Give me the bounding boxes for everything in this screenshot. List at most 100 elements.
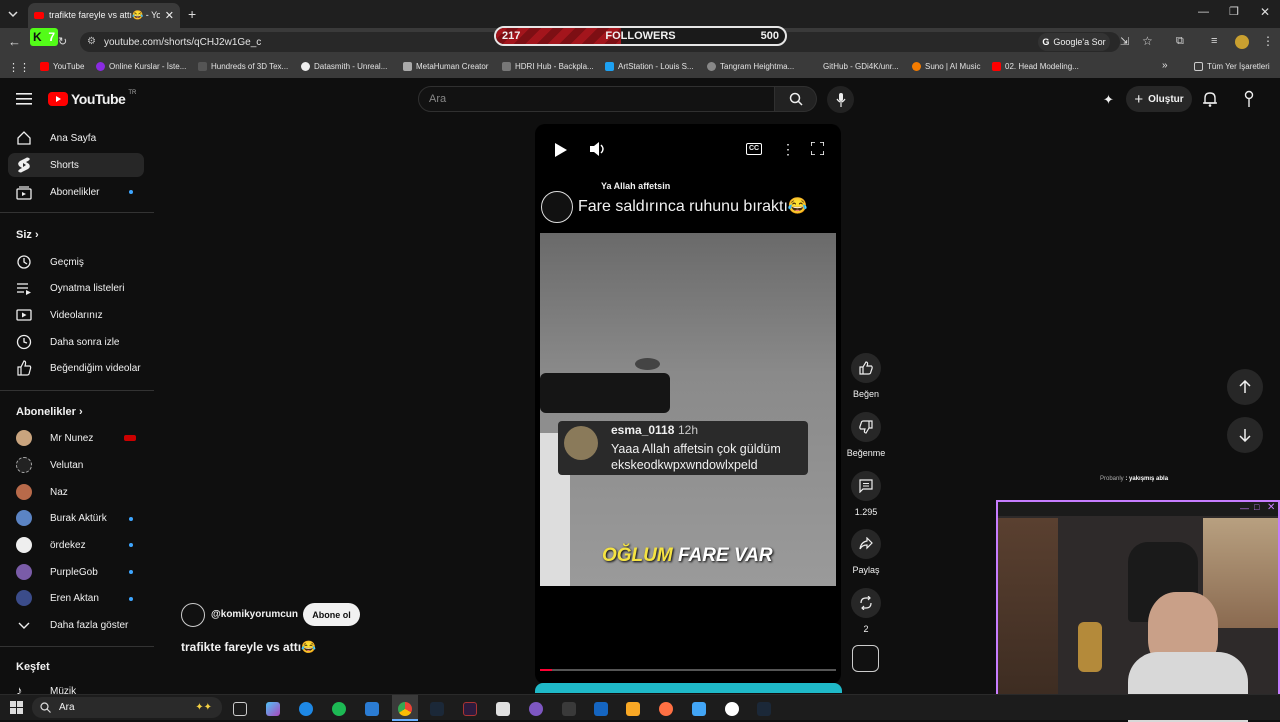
site-info-icon[interactable]: ⚙ [87,36,96,47]
close-icon[interactable]: ✕ [1267,502,1275,513]
profile-avatar[interactable] [1235,35,1249,49]
fullscreen-icon[interactable] [811,142,824,155]
notifications-bell-icon[interactable] [1203,91,1217,107]
all-bookmarks[interactable]: Tüm Yer İşaretleri [1194,62,1270,71]
video-progress-bar[interactable] [540,669,836,671]
spotify-icon[interactable] [332,702,346,716]
channel-avatar[interactable] [181,603,205,627]
youtube-logo[interactable]: YouTube TR [48,90,136,107]
share-button[interactable]: Paylaş [846,529,886,575]
captions-icon[interactable]: CC [746,143,762,155]
google-icon: G [1042,37,1050,47]
subscription-channel[interactable]: Naz [16,480,144,504]
restore-icon[interactable]: ❐ [1229,5,1239,18]
install-icon[interactable]: ⇲ [1120,35,1129,48]
back-icon[interactable]: ← [8,34,21,49]
maximize-icon[interactable]: □ [1254,502,1259,512]
google-ask-button[interactable]: G Google'a Sor [1038,33,1110,51]
bookmark-item[interactable]: Online Kurslar - İste... [96,62,186,71]
channel-name: PurpleGob [50,566,98,578]
bookmark-item[interactable]: Datasmith - Unreal... [301,62,387,71]
close-tab-icon[interactable]: ✕ [165,9,180,22]
hamburger-menu-icon[interactable] [16,92,32,106]
remix-button[interactable]: 2 [846,588,886,634]
close-window-icon[interactable]: ✕ [1260,5,1270,19]
file-explorer-icon[interactable] [626,702,640,716]
like-button[interactable]: Beğen [846,353,886,399]
app-icon[interactable] [562,702,576,716]
more-bookmarks-icon[interactable]: » [1162,60,1168,71]
bookmark-item[interactable]: MetaHuman Creator [403,62,488,71]
app-icon[interactable] [692,702,706,716]
minimize-icon[interactable]: — [1240,503,1249,513]
blender-icon[interactable] [659,702,673,716]
extensions-icon[interactable]: ⧉ [1176,35,1184,48]
comments-button[interactable]: 1.295 [846,471,886,517]
media-icon[interactable]: ≡ [1211,35,1217,47]
dislike-button[interactable]: Beğenme [846,412,886,458]
task-view-icon[interactable] [233,702,247,716]
app-icon[interactable] [725,702,739,716]
taskbar-search[interactable]: Ara ✦✦ [32,697,222,718]
windows-start-icon[interactable] [10,701,23,714]
bookmark-item[interactable]: 02. Head Modeling... [992,62,1079,71]
channel-handle[interactable]: @komikyorumcun [211,609,298,620]
sidebar-item-liked-videos[interactable]: Beğendiğim videolar [16,356,144,380]
active-tab[interactable]: trafikte fareyle vs attı😂 - YouTube ✕ [28,3,180,28]
browser-menu-icon[interactable]: ⋮ [1262,34,1274,48]
new-tab-icon[interactable]: + [188,6,196,22]
bookmark-item[interactable]: Tangram Heightma... [707,62,794,71]
app-icon[interactable] [496,702,510,716]
next-short-button[interactable] [1227,417,1263,453]
search-button[interactable] [775,86,817,112]
subscriptions-section-header[interactable]: Abonelikler › [16,406,83,418]
edge-icon[interactable] [299,702,313,716]
sidebar-item-history[interactable]: Geçmiş [16,250,144,274]
show-more-button[interactable]: Daha fazla göster [16,613,144,637]
chrome-icon[interactable] [398,702,412,716]
bookmark-item[interactable]: YouTube [40,62,84,71]
bookmark-item[interactable]: Hundreds of 3D Tex... [198,62,288,71]
tab-list-icon[interactable] [6,8,20,20]
extension-icon[interactable]: ✦ [1103,92,1114,108]
copilot-icon[interactable] [266,702,280,716]
bookmark-item[interactable]: HDRI Hub - Backpla... [502,62,594,71]
share-label: Paylaş [852,565,880,575]
subscription-channel[interactable]: Eren Aktan [16,586,144,610]
you-section-header[interactable]: Siz › [16,229,39,241]
steam-icon[interactable] [430,702,444,716]
minimize-icon[interactable]: — [1198,6,1209,18]
sound-thumbnail[interactable] [852,645,879,672]
subscription-channel[interactable]: Velutan [16,453,144,477]
app-icon[interactable] [594,702,608,716]
app-icon[interactable] [463,702,477,716]
app-icon[interactable] [757,702,771,716]
app-icon[interactable] [529,702,543,716]
sidebar-item-shorts[interactable]: Shorts [8,153,144,177]
sidebar-item-watch-later[interactable]: Daha sonra izle [16,330,144,354]
sidebar-item-playlists[interactable]: Oynatma listeleri [16,276,144,300]
subscription-channel[interactable]: ördekez [16,533,144,557]
bookmark-item[interactable]: Suno | AI Music [912,62,980,71]
bookmark-star-icon[interactable]: ☆ [1142,34,1153,48]
sidebar-item-your-videos[interactable]: Videolarınız [16,303,144,327]
create-button[interactable]: + Oluştur [1126,86,1192,112]
bookmark-item[interactable]: ArtStation - Louis S... [605,62,694,71]
bookmark-item[interactable]: GitHub - GDi4K/unr... [823,62,899,71]
subscription-channel[interactable]: PurpleGob [16,560,144,584]
kick-badge: K7 [30,28,58,46]
play-icon[interactable] [555,143,567,157]
outlook-icon[interactable] [365,702,379,716]
voice-search-button[interactable] [827,86,854,113]
subscribe-button[interactable]: Abone ol [303,603,360,626]
volume-icon[interactable] [590,142,606,156]
sidebar-item-home[interactable]: Ana Sayfa [16,126,144,150]
sidebar-item-subscriptions[interactable]: Abonelikler [16,180,144,204]
search-input[interactable]: Ara [418,86,775,112]
previous-short-button[interactable] [1227,369,1263,405]
apps-icon[interactable]: ⋮⋮ [8,61,30,74]
subscription-channel[interactable]: Burak Aktürk [16,506,144,530]
more-options-icon[interactable]: ⋮ [781,141,795,158]
reload-icon[interactable]: ↻ [58,35,67,48]
account-icon[interactable] [1243,90,1255,108]
